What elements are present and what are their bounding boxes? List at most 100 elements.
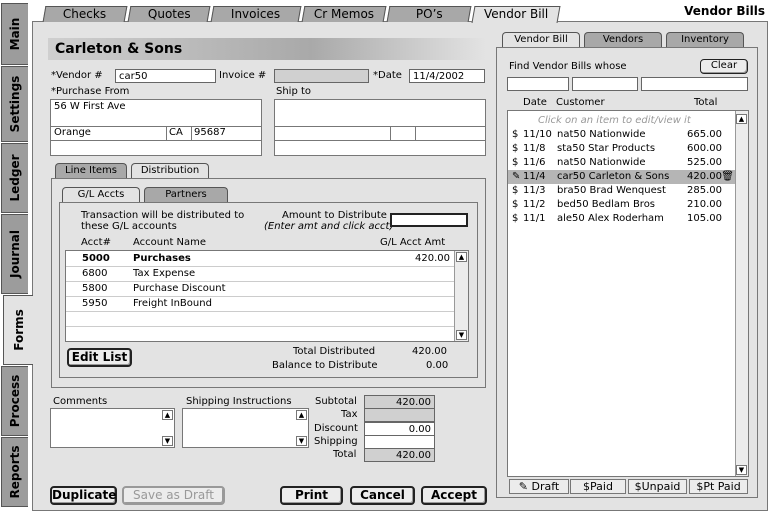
vendor-field[interactable]: car50 xyxy=(115,69,216,83)
accept-button[interactable]: Accept xyxy=(421,486,487,505)
save-as-draft-button[interactable]: Save as Draft xyxy=(122,486,225,505)
list-item[interactable]: $11/8 sta50 Star Products 600.00 xyxy=(508,142,748,156)
filter-label: Pt Paid xyxy=(703,480,741,493)
list-item[interactable]: $11/6 nat50 Nationwide 525.00 xyxy=(508,156,748,170)
tax-label: Tax xyxy=(341,409,358,420)
tab-label: Vendor Bill xyxy=(483,7,549,21)
tab-label: Quotes xyxy=(147,7,191,21)
table-row[interactable]: 5000 Purchases 420.00 xyxy=(66,252,468,266)
filter-label: Paid xyxy=(590,480,613,493)
state-field[interactable]: CA xyxy=(169,127,183,138)
filter-label: Draft xyxy=(531,480,560,493)
tax-field[interactable] xyxy=(364,408,435,422)
tab-right-vendor-bill[interactable]: Vendor Bill xyxy=(502,32,580,47)
name-cell: Freight InBound xyxy=(133,298,212,309)
finder-field-1[interactable] xyxy=(507,77,569,91)
amount-to-distribute-label: Amount to Distribute xyxy=(282,210,387,221)
scroll-down-icon[interactable]: ▼ xyxy=(162,436,173,446)
cancel-button[interactable]: Cancel xyxy=(350,486,415,505)
scroll-up-icon[interactable]: ▲ xyxy=(296,410,307,420)
tab-invoices[interactable]: Invoices xyxy=(210,6,302,22)
invoice-field[interactable] xyxy=(274,69,369,83)
filter-pt-paid[interactable]: $Pt Paid xyxy=(689,479,748,494)
list-item[interactable]: $11/1 ale50 Alex Roderham 105.00 xyxy=(508,212,748,226)
tab-partners[interactable]: Partners xyxy=(144,187,228,202)
side-tab-forms[interactable]: Forms xyxy=(3,295,33,365)
filter-draft[interactable]: ✎ Draft xyxy=(509,479,569,494)
balance-label: Balance to Distribute xyxy=(272,360,378,371)
filter-paid[interactable]: $Paid xyxy=(570,479,626,494)
shipping-instructions-input[interactable]: ▲ ▼ xyxy=(182,408,309,448)
comments-input[interactable]: ▲ ▼ xyxy=(50,408,175,448)
side-tab-ledger[interactable]: Ledger xyxy=(1,143,28,213)
ship-to-label: Ship to xyxy=(276,86,312,97)
tab-label: Invoices xyxy=(231,7,281,21)
col-acct: Acct# xyxy=(81,237,111,248)
table-row[interactable]: 5800 Purchase Discount xyxy=(66,282,468,296)
tab-right-vendors[interactable]: Vendors xyxy=(584,32,662,47)
trash-icon[interactable]: 🗑 xyxy=(721,171,734,182)
scroll-up-icon[interactable]: ▲ xyxy=(456,252,467,262)
table-row[interactable]: 5950 Freight InBound xyxy=(66,297,468,311)
customer-cell: sta50 Star Products xyxy=(557,143,656,154)
scroll-down-icon[interactable]: ▼ xyxy=(736,465,747,475)
distribution-note: Transaction will be distributed to these… xyxy=(81,210,245,232)
duplicate-button[interactable]: Duplicate xyxy=(50,486,117,505)
balance-value: 0.00 xyxy=(426,360,449,371)
amount-hint: (Enter amt and click acct) xyxy=(264,221,394,232)
table-scrollbar[interactable] xyxy=(454,251,468,341)
tab-right-inventory[interactable]: Inventory xyxy=(666,32,744,47)
dollar-icon: $ xyxy=(512,199,519,210)
side-tab-label: Reports xyxy=(8,445,22,499)
date-field[interactable]: 11/4/2002 xyxy=(409,69,485,83)
tab-label: PO’s xyxy=(415,7,443,21)
side-tab-settings[interactable]: Settings xyxy=(1,66,28,142)
list-item[interactable]: $11/2 bed50 Bedlam Bros 210.00 xyxy=(508,198,748,212)
side-tab-main[interactable]: Main xyxy=(1,3,28,65)
shipping-field[interactable] xyxy=(364,435,435,449)
tab-pos[interactable]: PO’s xyxy=(386,6,472,22)
tab-checks[interactable]: Checks xyxy=(42,6,128,22)
tab-vendor-bill[interactable]: Vendor Bill xyxy=(471,6,561,23)
tab-quotes[interactable]: Quotes xyxy=(127,6,211,22)
tab-gl-accts[interactable]: G/L Accts xyxy=(62,187,140,202)
shipping-instructions-label: Shipping Instructions xyxy=(186,396,292,407)
discount-field[interactable]: 0.00 xyxy=(364,422,435,436)
edit-list-button[interactable]: Edit List xyxy=(67,348,132,367)
date-cell: 11/6 xyxy=(523,157,546,168)
list-item[interactable]: $11/3 bra50 Brad Wenquest 285.00 xyxy=(508,184,748,198)
table-row[interactable]: 6800 Tax Expense xyxy=(66,267,468,281)
city-field[interactable]: Orange xyxy=(54,127,91,138)
tab-cr-memos[interactable]: Cr Memos xyxy=(301,6,387,22)
comments-label: Comments xyxy=(53,396,108,407)
filter-unpaid[interactable]: $Unpaid xyxy=(628,479,687,494)
side-tab-journal[interactable]: Journal xyxy=(1,214,28,294)
finder-label: Find Vendor Bills whose xyxy=(509,61,627,72)
list-item[interactable]: $11/10 nat50 Nationwide 665.00 xyxy=(508,128,748,142)
zip-field[interactable]: 95687 xyxy=(194,127,226,138)
address-line1: 56 W First Ave xyxy=(54,101,126,112)
side-tab-process[interactable]: Process xyxy=(1,366,28,436)
purchase-from-address[interactable]: 56 W First Ave Orange CA 95687 xyxy=(50,99,262,156)
customer-cell: bra50 Brad Wenquest xyxy=(557,185,666,196)
clear-button[interactable]: Clear xyxy=(700,59,748,74)
tab-distribution[interactable]: Distribution xyxy=(131,163,209,178)
scroll-up-icon[interactable]: ▲ xyxy=(736,114,747,124)
list-item-selected[interactable]: ✎ 11/4 car50 Carleton & Sons 420.00 🗑 xyxy=(508,170,748,184)
scroll-down-icon[interactable]: ▼ xyxy=(296,436,307,446)
list-hint: Click on an item to edit/view it xyxy=(508,114,748,128)
date-cell: 11/4 xyxy=(523,171,546,182)
finder-field-3[interactable] xyxy=(641,77,748,91)
subtotal-label: Subtotal xyxy=(315,396,357,407)
amount-to-distribute-input[interactable] xyxy=(390,213,468,227)
ship-to-address[interactable] xyxy=(274,99,486,156)
list-scrollbar[interactable] xyxy=(735,111,748,476)
side-tab-reports[interactable]: Reports xyxy=(1,437,28,507)
scroll-up-icon[interactable]: ▲ xyxy=(162,410,173,420)
scroll-down-icon[interactable]: ▼ xyxy=(456,330,467,340)
dollar-icon: $ xyxy=(634,480,642,493)
finder-field-2[interactable] xyxy=(572,77,638,91)
filter-label: Unpaid xyxy=(641,480,681,493)
tab-line-items[interactable]: Line Items xyxy=(55,163,127,178)
print-button[interactable]: Print xyxy=(280,486,343,505)
